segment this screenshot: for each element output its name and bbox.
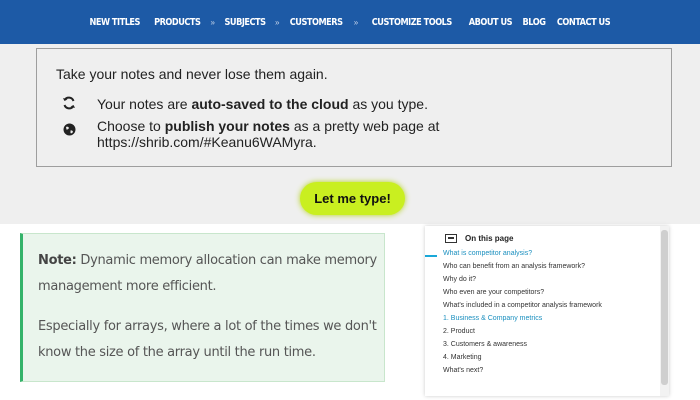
nav-subjects[interactable]: SUBJECTS <box>224 17 266 28</box>
feature-publish-pre: Choose to <box>97 118 165 134</box>
notes-intro: Take your notes and never lose them agai… <box>56 66 328 82</box>
note-text-1: Dynamic memory allocation can make memor… <box>38 253 377 294</box>
toc-item[interactable]: What's included in a competitor analysis… <box>443 302 653 310</box>
nav-separator: » <box>210 17 215 27</box>
nav-new-titles[interactable]: NEW TITLES <box>90 17 141 28</box>
nav-customize-tools[interactable]: CUSTOMIZE TOOLS <box>372 17 453 28</box>
toc-item[interactable]: 2. Product <box>443 328 653 336</box>
nav-products[interactable]: PRODUCTS <box>154 17 201 28</box>
note-label: Note: <box>38 253 77 268</box>
toc-item[interactable]: What's next? <box>443 367 653 375</box>
feature-autosave: Your notes are auto-saved to the cloud a… <box>97 96 428 112</box>
note-paragraph-2: Especially for arrays, where a lot of th… <box>38 319 377 360</box>
feature-publish: Choose to publish your notes as a pretty… <box>97 118 439 150</box>
nav-separator: » <box>274 17 280 27</box>
feature-autosave-pre: Your notes are <box>97 96 192 112</box>
feature-autosave-post: as you type. <box>348 96 428 112</box>
let-me-type-button[interactable]: Let me type! <box>300 182 405 215</box>
toc-item[interactable]: 4. Marketing <box>443 354 653 362</box>
toc-title: On this page <box>465 234 514 243</box>
top-navigation: NEW TITLES PRODUCTS » SUBJECTS » CUSTOME… <box>0 0 700 44</box>
note-callout: Note: Dynamic memory allocation can make… <box>20 233 385 382</box>
toc-list: What is competitor analysis? Who can ben… <box>443 250 653 380</box>
sync-icon <box>61 96 77 112</box>
globe-icon <box>61 123 77 139</box>
feature-autosave-bold: auto-saved to the cloud <box>191 96 349 112</box>
nav-contact-us[interactable]: CONTACT US <box>556 17 610 28</box>
nav-customers[interactable]: CUSTOMERS <box>290 17 343 28</box>
toc-item[interactable]: 3. Customers & awareness <box>443 341 653 349</box>
nav-separator: » <box>353 17 359 27</box>
table-of-contents: On this page What is competitor analysis… <box>425 226 669 396</box>
feature-publish-bold: publish your notes <box>164 118 290 134</box>
nav-about-us[interactable]: ABOUT US <box>469 17 513 28</box>
toc-item[interactable]: What is competitor analysis? <box>443 250 653 258</box>
notes-info-box: Take your notes and never lose them agai… <box>36 48 672 167</box>
toc-item[interactable]: 1. Business & Company metrics <box>443 315 653 323</box>
nav-blog[interactable]: BLOG <box>522 17 545 28</box>
toc-list-icon <box>445 234 457 243</box>
toc-item[interactable]: Who can benefit from an analysis framewo… <box>443 263 653 271</box>
toc-item[interactable]: Why do it? <box>443 276 653 284</box>
note-paragraph-1: Note: Dynamic memory allocation can make… <box>38 248 378 300</box>
toc-header: On this page <box>445 234 513 243</box>
toc-active-indicator <box>425 255 437 257</box>
toc-item[interactable]: Who even are your competitors? <box>443 289 653 297</box>
publish-url[interactable]: https://shrib.com/#Keanu6WAMyra. <box>97 134 317 150</box>
toc-scrollbar-thumb[interactable] <box>661 230 668 385</box>
feature-publish-post: as a pretty web page at <box>289 118 440 134</box>
